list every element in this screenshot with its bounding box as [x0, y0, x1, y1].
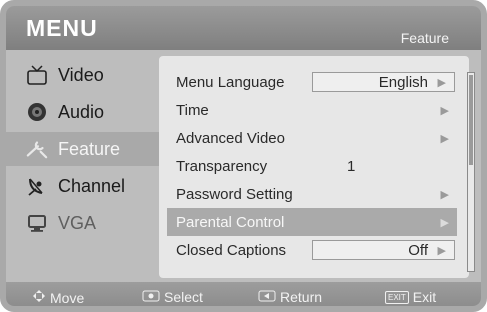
speaker-icon — [26, 101, 48, 123]
tv-icon — [26, 64, 48, 86]
menu-language-select[interactable]: English ▶ — [312, 72, 455, 92]
menu-title: MENU — [26, 15, 98, 41]
scrollbar-thumb[interactable] — [469, 75, 473, 165]
current-section-label: Feature — [400, 30, 449, 46]
sidebar-item-channel[interactable]: Channel — [6, 169, 159, 203]
right-arrow-icon: ▶ — [440, 188, 449, 201]
select-hint: Select — [142, 289, 203, 305]
exit-hint-label: Exit — [412, 289, 437, 305]
panel-scrollbar[interactable] — [467, 72, 475, 272]
transparency-value: 1 — [347, 157, 356, 175]
sidebar-item-audio[interactable]: Audio — [6, 95, 159, 129]
sidebar-item-feature[interactable]: Feature — [6, 132, 166, 166]
sidebar-item-label: Channel — [58, 175, 126, 196]
sidebar-item-video[interactable]: Video — [6, 58, 159, 92]
satellite-icon — [26, 175, 48, 197]
move-hint-label: Move — [50, 289, 85, 306]
right-arrow-icon: ▶ — [440, 216, 449, 229]
return-key-icon — [258, 289, 276, 305]
transparency-row[interactable]: Transparency 1 — [167, 152, 457, 180]
monitor-icon — [26, 212, 48, 234]
row-label: Menu Language — [176, 73, 285, 91]
right-arrow-icon: ▶ — [437, 76, 446, 89]
sidebar-item-label: VGA — [58, 212, 97, 233]
move-arrows-icon — [32, 289, 46, 306]
menu-language-row[interactable]: Menu Language English ▶ — [167, 68, 457, 96]
row-label: Time — [176, 101, 209, 119]
parental-control-row[interactable]: Parental Control ▶ — [167, 208, 457, 236]
exit-key-icon: EXIT — [385, 290, 409, 304]
move-hint: Move — [32, 289, 84, 306]
row-label: Parental Control — [176, 213, 285, 231]
sidebar-item-label: Audio — [58, 101, 105, 122]
row-label: Advanced Video — [176, 129, 285, 147]
select-hint-label: Select — [164, 289, 203, 305]
sidebar-item-label: Video — [58, 64, 104, 85]
right-arrow-icon: ▶ — [440, 132, 449, 145]
sidebar-item-label: Feature — [58, 138, 121, 159]
row-label: Password Setting — [176, 185, 293, 203]
menu-header: MENU Feature — [6, 6, 481, 50]
feature-settings-panel: Menu Language English ▶ Time ▶ Advanced … — [159, 56, 475, 278]
closed-captions-value: Off — [408, 241, 428, 259]
key-hints-bar: Move Select Return EXIT Exit — [6, 282, 481, 306]
row-label: Transparency — [176, 157, 268, 175]
right-arrow-icon: ▶ — [440, 104, 449, 117]
row-label: Closed Captions — [176, 241, 287, 259]
wrench-icon — [26, 138, 48, 160]
exit-hint: EXIT Exit — [385, 289, 436, 305]
closed-captions-row[interactable]: Closed Captions Off ▶ — [167, 236, 457, 264]
select-key-icon — [142, 289, 160, 305]
advanced-video-row[interactable]: Advanced Video ▶ — [167, 124, 457, 152]
time-row[interactable]: Time ▶ — [167, 96, 457, 124]
category-sidebar: Video Audio Feature Channel VGA — [6, 50, 166, 282]
closed-captions-select[interactable]: Off ▶ — [312, 240, 455, 260]
return-hint: Return — [258, 289, 322, 305]
right-arrow-icon: ▶ — [437, 244, 446, 257]
menu-language-value: English — [378, 73, 428, 91]
password-setting-row[interactable]: Password Setting ▶ — [167, 180, 457, 208]
sidebar-item-vga[interactable]: VGA — [6, 206, 159, 240]
return-hint-label: Return — [280, 289, 323, 305]
tv-osd-menu: MENU Feature Video Audio Feature Channel… — [0, 0, 487, 312]
